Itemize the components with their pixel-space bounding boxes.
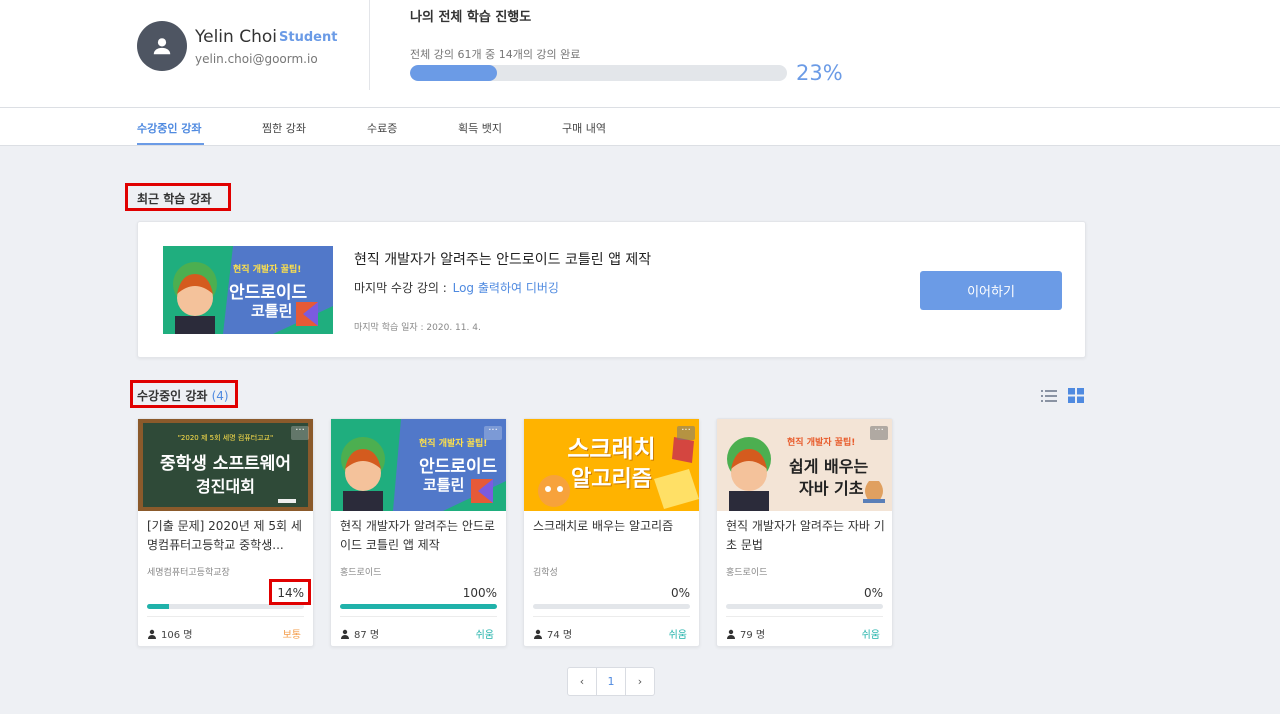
- tab-certificates[interactable]: 수료증: [367, 120, 397, 136]
- thumb-title-line2: 코틀린: [423, 476, 465, 494]
- profile-header: Yelin Choi Student yelin.choi@goorm.io 나…: [0, 0, 1280, 108]
- course-title[interactable]: 현직 개발자가 알려주는 안드로이드 코틀린 앱 제작: [340, 517, 500, 555]
- course-thumbnail[interactable]: 현직 개발자 꿀팁! 안드로이드 코틀린 ···: [331, 419, 506, 511]
- course-thumbnail[interactable]: 현직 개발자 꿀팁! 쉽게 배우는 자바 기초 ···: [717, 419, 892, 511]
- overall-progress-title: 나의 전체 학습 진행도: [410, 10, 532, 25]
- course-thumbnail[interactable]: "2020 제 5회 세명 컴퓨터고교" 중학생 소프트웨어 경진대회 ···: [138, 419, 313, 511]
- student-count: 87 명: [340, 626, 379, 641]
- next-page-button[interactable]: ›: [625, 668, 654, 695]
- person-icon: [148, 629, 156, 639]
- course-progress-percent: 0%: [863, 586, 883, 600]
- recent-course-thumbnail[interactable]: 현직 개발자 꿀팁! 안드로이드 코틀린: [163, 246, 333, 334]
- continue-button[interactable]: 이어하기: [920, 271, 1062, 310]
- more-options-icon[interactable]: ···: [677, 426, 695, 440]
- thumb-caption: 현직 개발자 꿀팁!: [419, 439, 488, 449]
- difficulty-level: 보통: [282, 630, 301, 641]
- overall-progress-percent: 23%: [796, 61, 843, 85]
- tab-enrolled-courses[interactable]: 수강중인 강좌: [137, 120, 202, 136]
- course-card[interactable]: 현직 개발자 꿀팁! 쉽게 배우는 자바 기초 ··· 현직 개발자가 알려주는…: [716, 418, 893, 647]
- person-icon: [534, 629, 542, 639]
- overall-progress-subtitle: 전체 강의 61개 중 14개의 강의 완료: [410, 48, 581, 61]
- course-title[interactable]: 현직 개발자가 알려주는 자바 기초 문법: [726, 517, 886, 555]
- student-count: 79 명: [726, 626, 765, 641]
- thumb-title-line2: 자바 기초: [799, 479, 864, 498]
- course-card[interactable]: 현직 개발자 꿀팁! 안드로이드 코틀린 ··· 현직 개발자가 알려주는 안드…: [330, 418, 507, 647]
- list-view-icon[interactable]: [1041, 388, 1057, 403]
- thumb-caption: 현직 개발자 꿀팁!: [233, 265, 302, 275]
- course-card[interactable]: 스크래치 알고리즘 ··· 스크래치로 배우는 알고리즘 김학성 0% 74 명…: [523, 418, 700, 647]
- course-progress-percent: 0%: [670, 586, 690, 600]
- pagination: ‹ 1 ›: [567, 667, 655, 696]
- overall-progress-bar: [410, 65, 787, 81]
- last-lecture-label: 마지막 수강 강의 :: [354, 281, 447, 295]
- active-tab-indicator: [137, 143, 204, 145]
- last-study-date: 마지막 학습 일자 : 2020. 11. 4.: [354, 323, 481, 333]
- course-progress-bar: [533, 604, 690, 609]
- highlight-box: [125, 183, 231, 211]
- difficulty-level: 쉬움: [861, 630, 880, 641]
- highlight-box: [269, 579, 311, 605]
- card-divider: [533, 616, 690, 617]
- course-instructor: 홍드로이드: [726, 568, 768, 578]
- thumb-title-line1: 중학생 소프트웨어: [159, 454, 292, 474]
- tab-wishlist[interactable]: 찜한 강좌: [262, 120, 306, 136]
- thumb-title-line1: 스크래치: [567, 435, 656, 463]
- course-instructor: 김학성: [533, 568, 558, 578]
- last-lecture-row: 마지막 수강 강의 : Log 출력하여 디버깅: [354, 279, 559, 296]
- course-progress-fill: [340, 604, 497, 609]
- thumb-title-line2: 알고리즘: [571, 467, 652, 492]
- course-progress-bar: [726, 604, 883, 609]
- last-lecture-link[interactable]: Log 출력하여 디버깅: [453, 281, 559, 295]
- highlight-box: [130, 380, 238, 408]
- more-options-icon[interactable]: ···: [291, 426, 309, 440]
- student-count: 106 명: [147, 626, 192, 641]
- student-count-text: 87 명: [354, 630, 380, 641]
- card-divider: [340, 616, 497, 617]
- difficulty-level: 쉬움: [475, 630, 494, 641]
- header-divider: [369, 0, 370, 90]
- tab-badges[interactable]: 획득 뱃지: [458, 120, 502, 136]
- user-role-badge: Student: [279, 30, 338, 45]
- student-count-text: 106 명: [161, 630, 193, 641]
- card-divider: [147, 616, 304, 617]
- thumb-title-line2: 경진대회: [196, 477, 255, 496]
- tab-bar: 수강중인 강좌 찜한 강좌 수료증 획득 뱃지 구매 내역: [0, 108, 1280, 146]
- card-divider: [726, 616, 883, 617]
- person-icon: [341, 629, 349, 639]
- thumb-caption: 현직 개발자 꿀팁!: [787, 438, 856, 448]
- course-title[interactable]: 스크래치로 배우는 알고리즘: [533, 517, 693, 536]
- thumb-caption: "2020 제 5회 세명 컴퓨터고교": [177, 434, 274, 442]
- user-name: Yelin Choi: [195, 27, 277, 47]
- course-card[interactable]: "2020 제 5회 세명 컴퓨터고교" 중학생 소프트웨어 경진대회 ··· …: [137, 418, 314, 647]
- course-title[interactable]: [기출 문제] 2020년 제 5회 세명컴퓨터고등학교 중학생...: [147, 517, 307, 555]
- student-count-text: 79 명: [740, 630, 766, 641]
- course-progress-percent: 100%: [462, 586, 497, 600]
- thumb-title-line1: 쉽게 배우는: [789, 457, 869, 476]
- course-instructor: 홍드로이드: [340, 568, 382, 578]
- course-instructor: 세명컴퓨터고등학교장: [147, 568, 230, 578]
- user-email: yelin.choi@goorm.io: [195, 52, 318, 66]
- grid-view-icon[interactable]: [1068, 388, 1084, 403]
- user-avatar-icon: [137, 21, 187, 71]
- recent-course-title[interactable]: 현직 개발자가 알려주는 안드로이드 코틀린 앱 제작: [354, 249, 651, 269]
- course-progress-fill: [147, 604, 169, 609]
- thumb-title-line2: 코틀린: [251, 302, 293, 320]
- person-icon: [727, 629, 735, 639]
- student-count-text: 74 명: [547, 630, 573, 641]
- overall-progress-fill: [410, 65, 497, 81]
- student-count: 74 명: [533, 626, 572, 641]
- more-options-icon[interactable]: ···: [484, 426, 502, 440]
- tab-purchase-history[interactable]: 구매 내역: [562, 120, 606, 136]
- course-progress-bar: [340, 604, 497, 609]
- previous-page-button[interactable]: ‹: [568, 668, 596, 695]
- more-options-icon[interactable]: ···: [870, 426, 888, 440]
- course-thumbnail[interactable]: 스크래치 알고리즘 ···: [524, 419, 699, 511]
- recent-course-card: 현직 개발자 꿀팁! 안드로이드 코틀린 현직 개발자가 알려주는 안드로이드 …: [137, 221, 1086, 358]
- page-number-button[interactable]: 1: [596, 668, 625, 695]
- difficulty-level: 쉬움: [668, 630, 687, 641]
